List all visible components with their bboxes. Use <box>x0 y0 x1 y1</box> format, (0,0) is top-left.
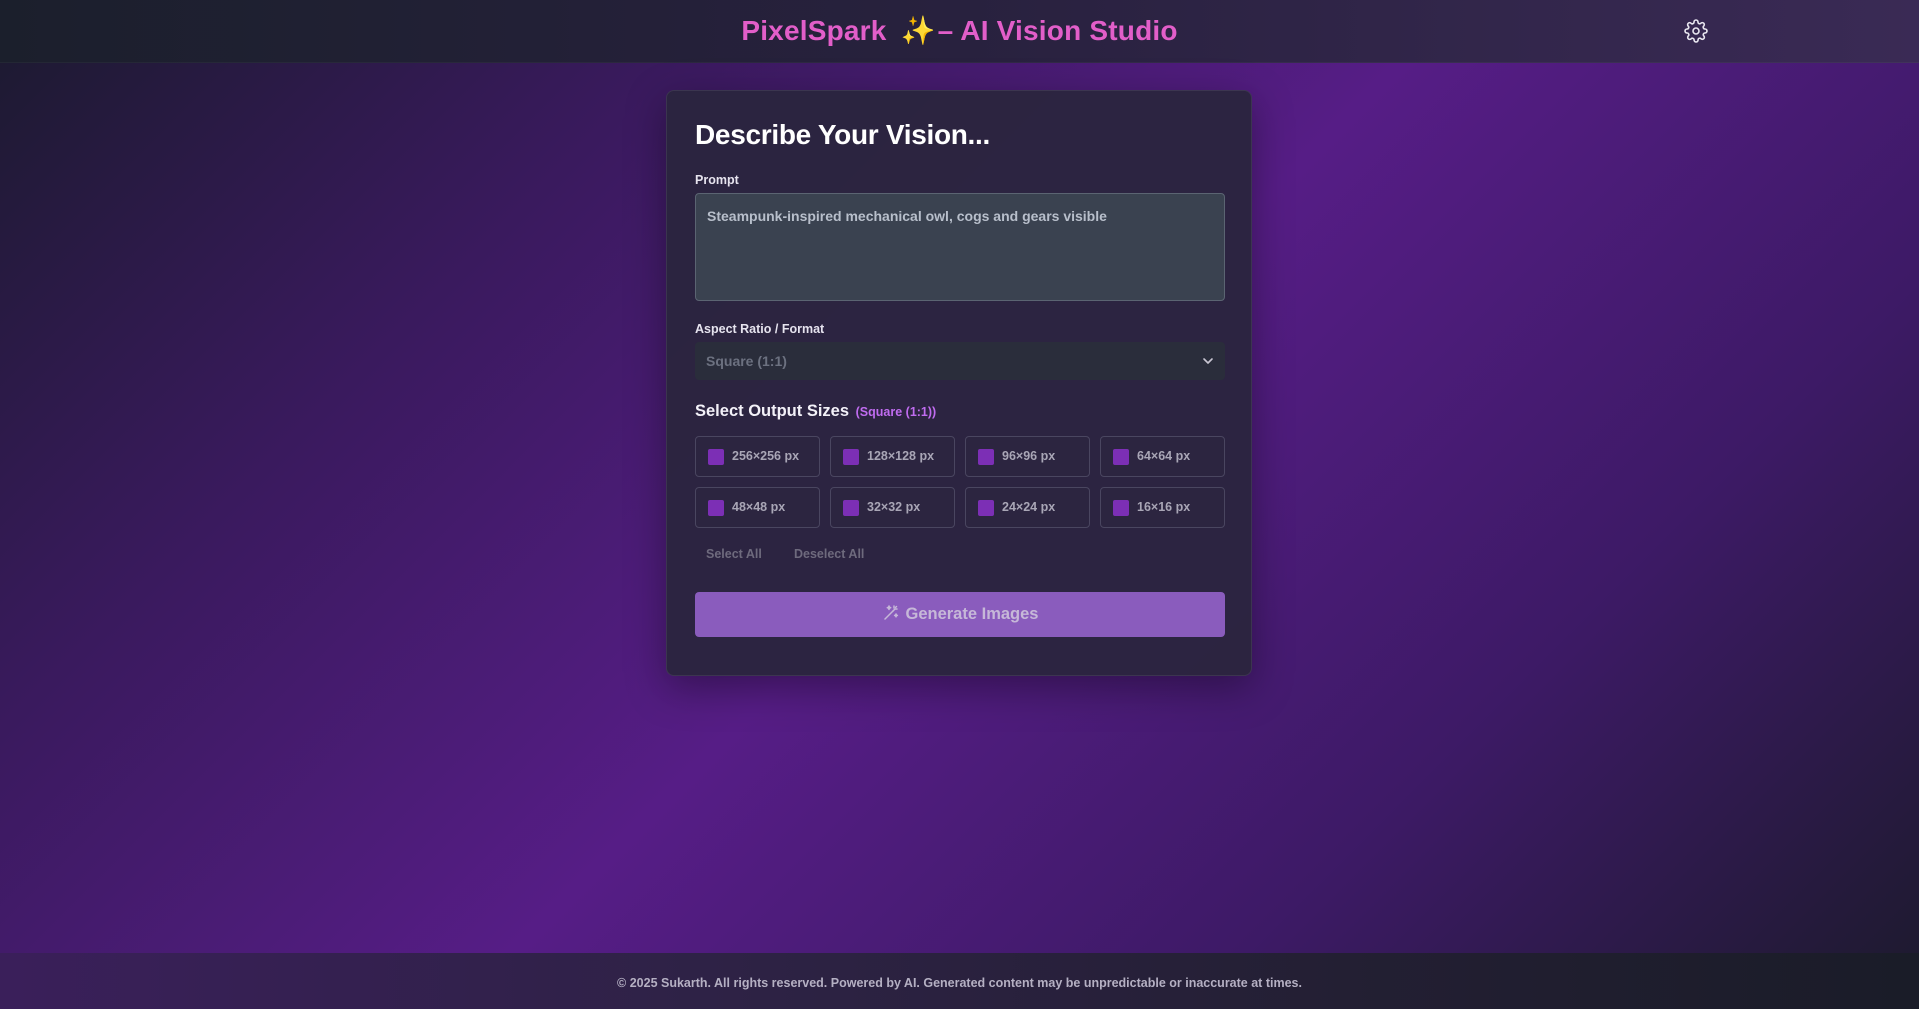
size-label: 64×64 px <box>1137 449 1191 463</box>
generate-images-label: Generate Images <box>905 605 1039 623</box>
aspect-ratio-value: Square (1:1) <box>706 353 787 369</box>
aspect-ratio-select[interactable]: Square (1:1) <box>695 342 1225 380</box>
size-label: 16×16 px <box>1137 500 1191 514</box>
size-label: 96×96 px <box>1002 449 1056 463</box>
select-all-button[interactable]: Select All <box>706 547 762 561</box>
size-label: 48×48 px <box>732 500 786 514</box>
aspect-ratio-label: Aspect Ratio / Format <box>695 322 825 336</box>
size-label: 24×24 px <box>1002 500 1056 514</box>
chevron-down-icon <box>1203 358 1213 364</box>
settings-button[interactable] <box>1684 19 1708 43</box>
size-option[interactable]: 48×48 px <box>695 487 820 528</box>
size-label: 256×256 px <box>732 449 800 463</box>
app-title: PixelSpark ✨– AI Vision Studio <box>0 14 1919 47</box>
size-option[interactable]: 256×256 px <box>695 436 820 477</box>
magic-wand-icon <box>883 605 898 620</box>
prompt-label: Prompt <box>695 173 739 187</box>
size-option[interactable]: 24×24 px <box>965 487 1090 528</box>
vision-form-card: Describe Your Vision... Prompt Steampunk… <box>666 90 1252 676</box>
size-option[interactable]: 128×128 px <box>830 436 955 477</box>
sparkle-icon: ✨ <box>900 15 936 46</box>
size-checkbox[interactable] <box>1113 449 1129 465</box>
size-label: 32×32 px <box>867 500 921 514</box>
size-checkbox[interactable] <box>708 449 724 465</box>
output-sizes-heading: Select Output Sizes (Square (1:1)) <box>695 402 936 421</box>
size-checkbox[interactable] <box>1113 500 1129 516</box>
page-footer: © 2025 Sukarth. All rights reserved. Pow… <box>0 953 1919 1009</box>
size-option[interactable]: 64×64 px <box>1100 436 1225 477</box>
size-option[interactable]: 96×96 px <box>965 436 1090 477</box>
prompt-textarea[interactable]: Steampunk-inspired mechanical owl, cogs … <box>695 193 1225 301</box>
app-header: PixelSpark ✨– AI Vision Studio <box>0 0 1919 63</box>
size-checkbox[interactable] <box>978 449 994 465</box>
size-checkbox[interactable] <box>978 500 994 516</box>
size-checkbox[interactable] <box>843 449 859 465</box>
size-option[interactable]: 32×32 px <box>830 487 955 528</box>
form-heading: Describe Your Vision... <box>695 119 990 150</box>
size-checkbox[interactable] <box>843 500 859 516</box>
generate-images-button[interactable]: Generate Images <box>695 592 1225 637</box>
size-label: 128×128 px <box>867 449 935 463</box>
output-sizes-title: Select Output Sizes <box>695 402 850 420</box>
size-checkbox[interactable] <box>708 500 724 516</box>
output-sizes-ratio: (Square (1:1)) <box>855 405 937 419</box>
app-subtitle: – AI Vision Studio <box>937 15 1178 46</box>
footer-copyright: © 2025 Sukarth. All rights reserved. Pow… <box>617 976 1302 990</box>
size-option[interactable]: 16×16 px <box>1100 487 1225 528</box>
gear-icon <box>1684 19 1708 43</box>
deselect-all-button[interactable]: Deselect All <box>794 547 864 561</box>
app-name: PixelSpark <box>741 15 887 46</box>
